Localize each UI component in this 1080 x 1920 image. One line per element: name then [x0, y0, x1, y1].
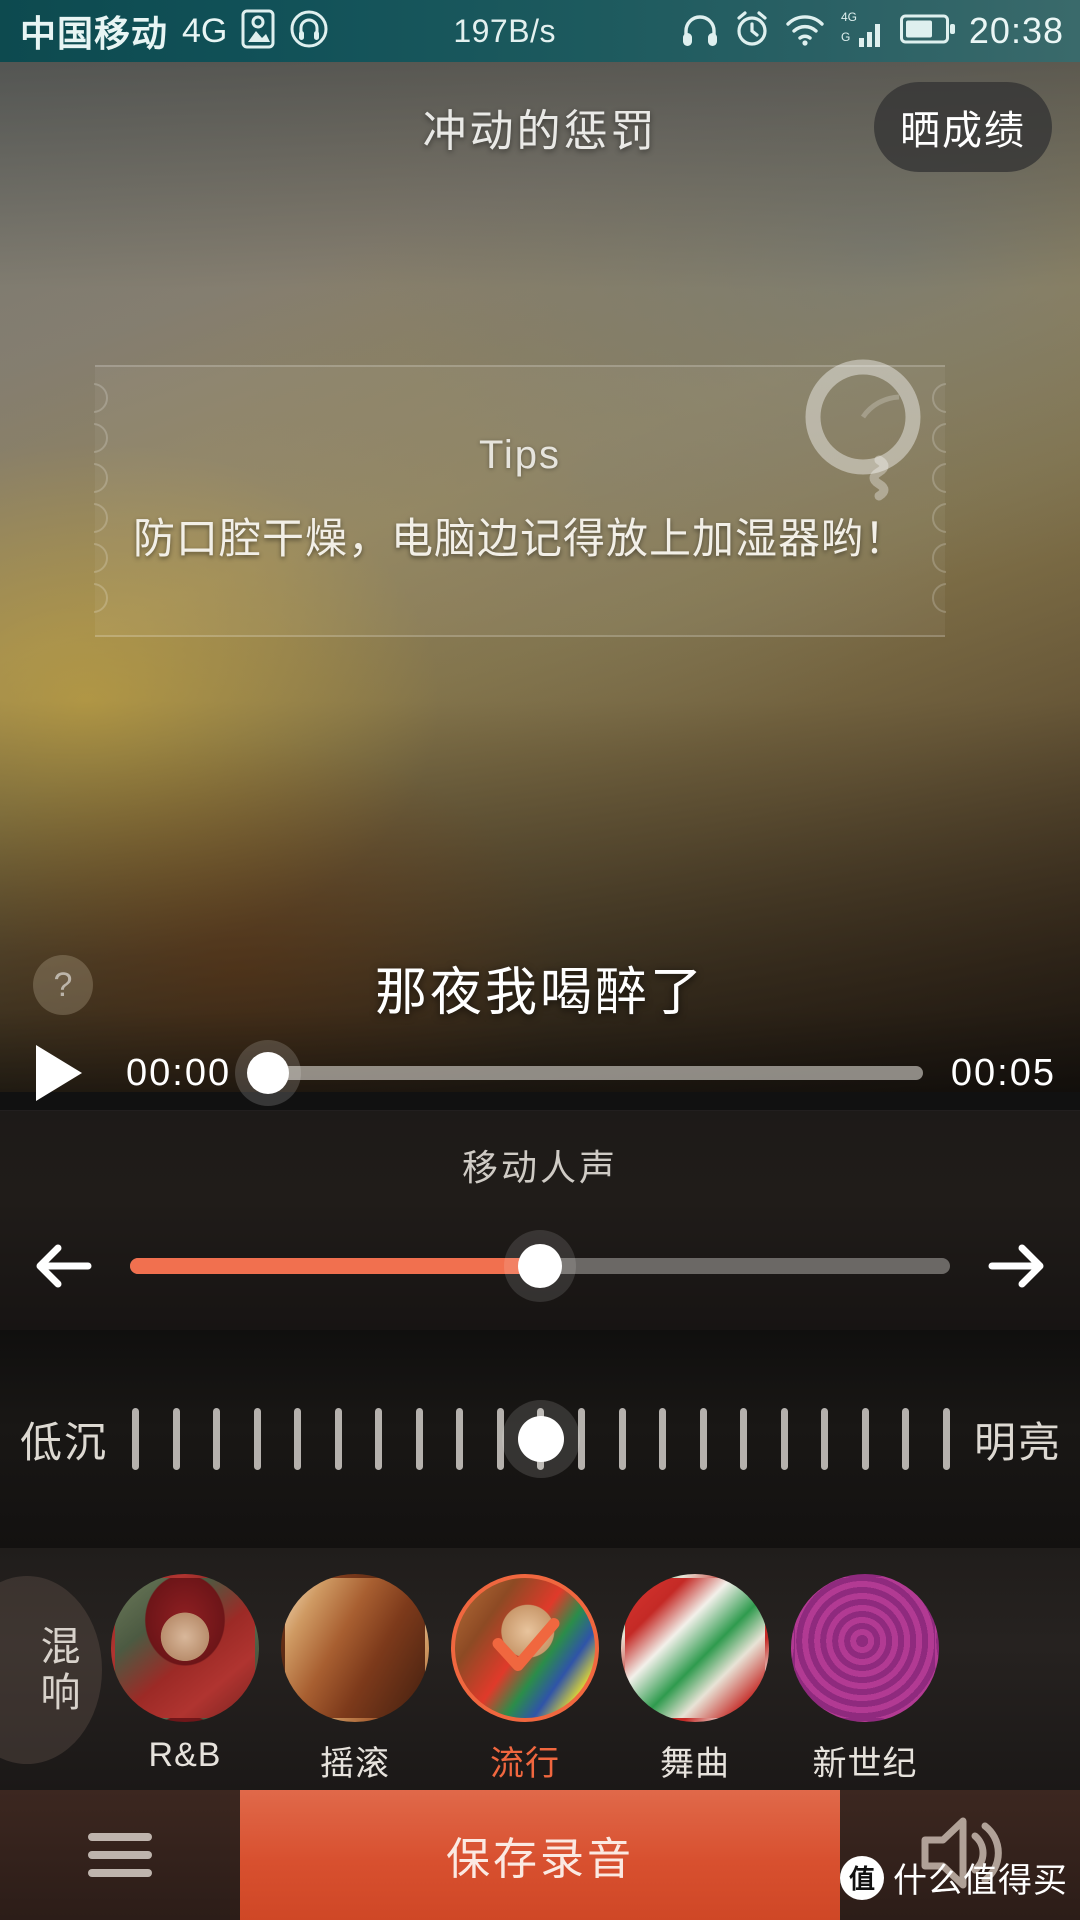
clock-label: 20:38 [968, 10, 1064, 51]
effects-carousel[interactable]: R&B 摇滚 流行 舞曲 新世纪 [100, 1548, 1080, 1790]
tone-tick [294, 1408, 302, 1470]
share-score-button[interactable]: 晒成绩 [874, 82, 1052, 172]
svg-text:4G: 4G [841, 10, 857, 24]
tone-tick [456, 1408, 464, 1470]
effect-name: 舞曲 [660, 1745, 730, 1783]
tone-tick [659, 1408, 667, 1470]
effect-name: 摇滚 [320, 1745, 390, 1783]
arrow-right-icon[interactable] [976, 1227, 1054, 1305]
tone-tick [578, 1408, 586, 1470]
app-root: 中国移动 4G 197B/s 4G G 20:38 冲动的惩罚 晒成绩 Tips… [0, 0, 1080, 1920]
battery-icon [899, 13, 956, 50]
vocal-shift-knob[interactable] [518, 1244, 562, 1288]
status-bar: 中国移动 4G 197B/s 4G G 20:38 [0, 0, 1080, 62]
vocal-shift-fill [130, 1258, 540, 1274]
tone-tick [172, 1408, 180, 1470]
wifi-icon [784, 12, 826, 51]
tone-tick [780, 1408, 788, 1470]
save-recording-button[interactable]: 保存录音 [240, 1790, 840, 1920]
tone-tick [942, 1408, 950, 1470]
effect-thumbnail [451, 1574, 599, 1722]
watermark-badge: 值 [840, 1855, 884, 1900]
tone-tick [496, 1408, 504, 1470]
seek-slider[interactable] [247, 1052, 923, 1094]
tips-card: Tips 防口腔干燥，电脑边记得放上加湿器哟！ [94, 359, 946, 637]
status-bar-left: 中国移动 4G [0, 5, 329, 57]
carrier-label: 中国移动 [20, 13, 169, 54]
status-bar-right: 4G G 20:38 [680, 8, 1080, 55]
reverb-section-label: 混响 [0, 1576, 102, 1764]
effect-item[interactable]: 摇滚 [270, 1548, 440, 1785]
effect-item[interactable]: 流行 [440, 1548, 610, 1785]
vocal-shift-slider[interactable] [130, 1244, 950, 1288]
tone-right-label: 明亮 [973, 1418, 1062, 1466]
tone-tick [861, 1408, 869, 1470]
current-time-label: 00:00 [126, 1051, 232, 1094]
effect-name: R&B [148, 1736, 222, 1774]
effect-name: 新世纪 [812, 1745, 918, 1783]
tone-tick [902, 1408, 910, 1470]
ticket-notches-left [94, 365, 116, 637]
vocal-shift-panel: 移动人声 [0, 1110, 1080, 1330]
effect-item[interactable]: R&B [100, 1548, 270, 1775]
check-icon [492, 1618, 560, 1672]
tone-tick [415, 1408, 423, 1470]
watermark: 值 什么值得买 [840, 1853, 1068, 1902]
header: 冲动的惩罚 晒成绩 [0, 62, 1080, 192]
arrow-left-icon[interactable] [26, 1227, 104, 1305]
play-icon[interactable] [36, 1045, 82, 1101]
effect-thumbnail [281, 1574, 429, 1722]
record-ring-icon [783, 355, 943, 515]
tone-tick [821, 1408, 829, 1470]
watermark-text: 什么值得买 [893, 1862, 1068, 1900]
bottom-bar: 保存录音 值 什么值得买 [0, 1790, 1080, 1920]
menu-button[interactable] [0, 1790, 240, 1920]
headphones-icon [680, 11, 720, 52]
network-type-label: 4G [182, 11, 228, 50]
tone-tick [253, 1408, 261, 1470]
sim-card-icon [241, 9, 275, 54]
svg-text:G: G [841, 30, 850, 44]
total-time-label: 00:05 [950, 1051, 1056, 1094]
seek-slider-knob[interactable] [247, 1052, 290, 1094]
signal-4g-icon: 4G G [839, 8, 887, 55]
effect-thumbnail [621, 1574, 769, 1722]
status-bar-center: 197B/s [329, 13, 680, 50]
headset-circle-icon [289, 9, 329, 54]
tone-slider[interactable] [132, 1394, 950, 1484]
effect-name: 流行 [490, 1745, 560, 1783]
effect-item[interactable]: 舞曲 [610, 1548, 780, 1785]
tone-tick [699, 1408, 707, 1470]
volume-button[interactable]: 值 什么值得买 [840, 1790, 1080, 1920]
tone-tick [740, 1408, 748, 1470]
tone-tick [213, 1408, 221, 1470]
playback-bar: 00:00 00:05 [0, 1036, 1080, 1110]
alarm-clock-icon [733, 10, 771, 53]
vocal-shift-title: 移动人声 [461, 1147, 618, 1188]
tone-slider-knob[interactable] [518, 1416, 564, 1462]
current-lyric-line: 那夜我喝醉了 [374, 964, 705, 1022]
vocal-shift-row [0, 1221, 1080, 1311]
tone-tick [375, 1408, 383, 1470]
effect-thumbnail [111, 1574, 259, 1722]
tone-left-label: 低沉 [20, 1418, 109, 1466]
tone-tick [334, 1408, 342, 1470]
tone-panel: 低沉 明亮 [0, 1330, 1080, 1548]
effect-item[interactable]: 新世纪 [780, 1548, 950, 1785]
hamburger-menu-icon [88, 1833, 152, 1877]
tone-tick [132, 1408, 140, 1470]
tone-tick [618, 1408, 626, 1470]
network-speed-label: 197B/s [453, 12, 556, 49]
effect-thumbnail [791, 1574, 939, 1722]
reverb-effects-panel: R&B 摇滚 流行 舞曲 新世纪 混响 [0, 1548, 1080, 1790]
